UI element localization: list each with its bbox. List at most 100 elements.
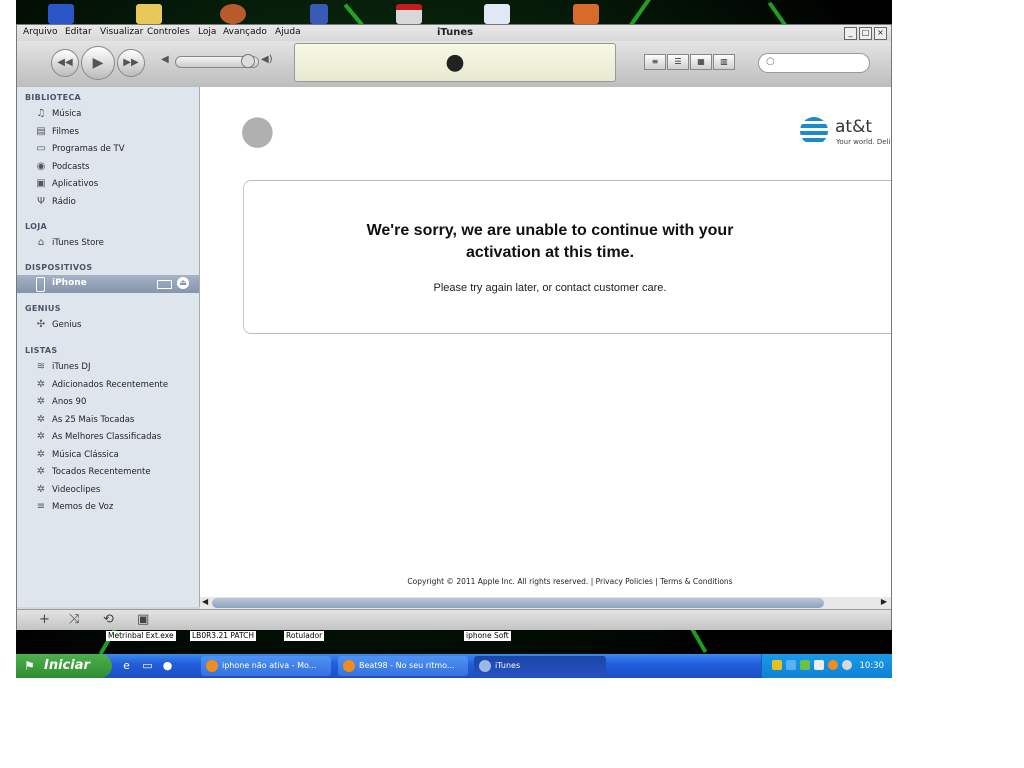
menu-avancado[interactable]: Avançado (223, 27, 267, 37)
menu-ajuda[interactable]: Ajuda (275, 27, 301, 37)
desktop-quicklaunch-icon[interactable]: ▭ (140, 658, 155, 673)
taskbar-task[interactable]: iphone não ativa - Mo... (201, 656, 331, 676)
menu-loja[interactable]: Loja (198, 27, 216, 37)
sidebar-item-genius[interactable]: ✣ Genius (35, 317, 197, 333)
app-tray-icon[interactable] (828, 660, 838, 670)
close-button[interactable]: × (874, 27, 887, 40)
iphone-icon (36, 277, 45, 292)
maximize-button[interactable]: □ (859, 27, 872, 40)
playlist-melhores-classificadas[interactable]: ✲ As Melhores Classificadas (35, 429, 197, 445)
dj-icon: ≋ (36, 361, 46, 372)
grid-view-button[interactable]: ▦ (690, 54, 712, 70)
playlist-adicionados-recentemente[interactable]: ✲ Adicionados Recentemente (35, 377, 197, 393)
playlist-videoclipes[interactable]: ✲ Videoclipes (35, 482, 197, 498)
desktop-app-icon[interactable] (310, 4, 328, 24)
playlist-icon: ≡ (36, 501, 46, 512)
tv-icon: ▭ (36, 143, 46, 154)
smart-playlist-gear-icon: ✲ (36, 466, 46, 477)
shield-icon[interactable] (772, 660, 782, 670)
copyright-footer: Copyright © 2011 Apple Inc. All rights r… (407, 577, 733, 586)
menu-visualizar[interactable]: Visualizar (100, 27, 143, 37)
section-biblioteca: BIBLIOTECA (25, 93, 82, 102)
store-content: ● at&t Your world. Delivered We're sorry… (200, 87, 891, 597)
list-view-button[interactable]: ≡ (644, 54, 666, 70)
sidebar-item-itunes-store[interactable]: ⌂ iTunes Store (35, 235, 197, 251)
sidebar-item-musica[interactable]: ♫ Música (35, 106, 197, 122)
taskbar: ⚑ Iniciar e ▭ ● iphone não ativa - Mo...… (16, 654, 892, 678)
desktop-computer-icon[interactable] (48, 4, 74, 24)
volume-knob[interactable] (241, 54, 255, 68)
att-tagline: Your world. Delivered (836, 138, 891, 146)
desktop-app-icon[interactable] (573, 4, 599, 24)
apple-logo-icon: ● (240, 107, 275, 153)
sidebar: BIBLIOTECA ♫ Música ▤ Filmes ▭ Programas de… (17, 87, 200, 607)
desktop-app-icon[interactable] (220, 4, 246, 24)
playlist-memos-de-voz[interactable]: ≡ Memos de Voz (35, 499, 197, 515)
volume-high-icon: ◀) (261, 54, 273, 65)
store-bag-icon: ⌂ (37, 237, 45, 248)
scroll-thumb[interactable] (212, 598, 824, 608)
firefox-quicklaunch-icon[interactable]: ● (160, 658, 175, 673)
playlist-itunes-dj[interactable]: ≋ iTunes DJ (35, 359, 197, 375)
sidebar-item-label: Música Clássica (52, 450, 119, 460)
menu-editar[interactable]: Editar (65, 27, 92, 37)
sidebar-item-radio[interactable]: Ψ Rádio (35, 194, 197, 210)
play-button[interactable]: ▶ (81, 46, 115, 80)
sidebar-item-aplicativos[interactable]: ▣ Aplicativos (35, 176, 197, 192)
taskbar-task-active[interactable]: iTunes (474, 656, 606, 676)
playlist-tocados-recentemente[interactable]: ✲ Tocados Recentemente (35, 464, 197, 480)
menu-arquivo[interactable]: Arquivo (23, 27, 57, 37)
desktop-icon-label: iphone Soft (464, 631, 511, 641)
scroll-left-icon[interactable]: ◀ (202, 597, 208, 606)
desktop-pdf-icon[interactable] (396, 4, 422, 24)
playlist-musica-classica[interactable]: ✲ Música Clássica (35, 447, 197, 463)
add-playlist-button[interactable]: + (39, 612, 50, 627)
battery-icon (157, 280, 172, 289)
sidebar-item-label: iPhone (52, 278, 87, 288)
task-label: iTunes (495, 661, 521, 670)
firefox-icon (343, 659, 355, 672)
sidebar-item-label: Memos de Voz (52, 502, 114, 512)
volume-low-icon: ◀ (161, 54, 169, 65)
clock: 10:30 (859, 661, 885, 671)
eject-icon[interactable]: ⏏ (177, 277, 189, 289)
search-input[interactable]: ○ (758, 53, 870, 73)
menu-bar: Arquivo Editar Visualizar Controles Loja… (17, 25, 891, 41)
previous-track-button[interactable]: ◀◀ (51, 49, 79, 77)
minimize-button[interactable]: _ (844, 27, 857, 40)
desktop-document-icon[interactable] (484, 4, 510, 24)
next-track-button[interactable]: ▶▶ (117, 49, 145, 77)
ie-quicklaunch-icon[interactable]: e (119, 658, 134, 673)
sidebar-item-iphone[interactable]: iPhone ⏏ (17, 275, 199, 293)
coverflow-view-button[interactable]: ▥ (713, 54, 735, 70)
start-label: Iniciar (44, 658, 90, 673)
repeat-icon[interactable]: ⟲ (103, 612, 114, 627)
playlist-25-mais-tocadas[interactable]: ✲ As 25 Mais Tocadas (35, 412, 197, 428)
scroll-right-icon[interactable]: ▶ (881, 597, 887, 606)
user-icon[interactable] (800, 660, 810, 670)
section-dispositivos: DISPOSITIVOS (25, 263, 93, 272)
playlist-anos-90[interactable]: ✲ Anos 90 (35, 394, 197, 410)
menu-controles[interactable]: Controles (147, 27, 190, 37)
sidebar-item-label: iTunes DJ (52, 362, 91, 372)
sidebar-item-podcasts[interactable]: ◉ Podcasts (35, 159, 197, 175)
desktop-folder-icon[interactable] (136, 4, 162, 24)
artwork-toggle-icon[interactable]: ▣ (137, 612, 149, 627)
start-button[interactable]: ⚑ Iniciar (16, 654, 112, 678)
horizontal-scrollbar[interactable]: ◀ ▶ (200, 597, 891, 609)
shuffle-icon[interactable]: ⤨ (69, 612, 79, 627)
network-icon[interactable] (786, 660, 796, 670)
desktop-icon-label: LB0R3.21 PATCH (190, 631, 256, 641)
error-subtext: Please try again later, or contact custo… (433, 282, 667, 294)
taskbar-task[interactable]: Beat98 - No seu ritmo... (338, 656, 468, 676)
itunes-icon (479, 659, 491, 672)
bottom-bar: + ⤨ ⟲ ▣ (17, 609, 891, 630)
desktop-icon-label: Metrinbal Ext.exe (106, 631, 176, 641)
sidebar-item-filmes[interactable]: ▤ Filmes (35, 124, 197, 140)
grouped-view-button[interactable]: ☰ (667, 54, 689, 70)
sidebar-item-tv[interactable]: ▭ Programas de TV (35, 141, 197, 157)
sidebar-item-label: iTunes Store (52, 238, 104, 248)
app-tray-icon[interactable] (842, 660, 852, 670)
speaker-icon[interactable] (814, 660, 824, 670)
smart-playlist-gear-icon: ✲ (36, 379, 46, 390)
